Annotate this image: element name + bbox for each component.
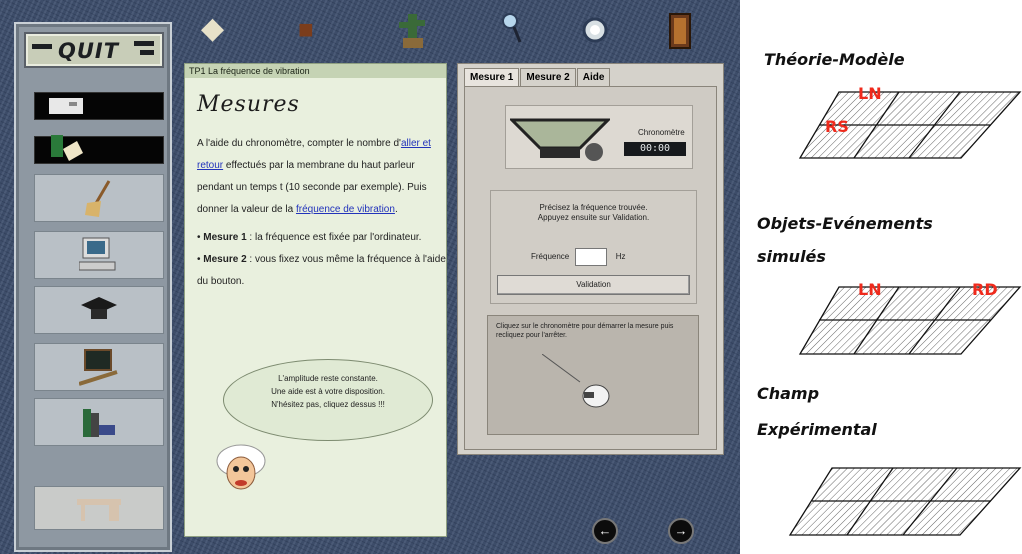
code-rd: RD bbox=[972, 280, 998, 299]
code-ln-top: LN bbox=[858, 84, 882, 103]
code-ln-middle: LN bbox=[858, 280, 882, 299]
level-grid-bottom bbox=[788, 467, 1022, 536]
code-rs: RS bbox=[825, 117, 849, 136]
